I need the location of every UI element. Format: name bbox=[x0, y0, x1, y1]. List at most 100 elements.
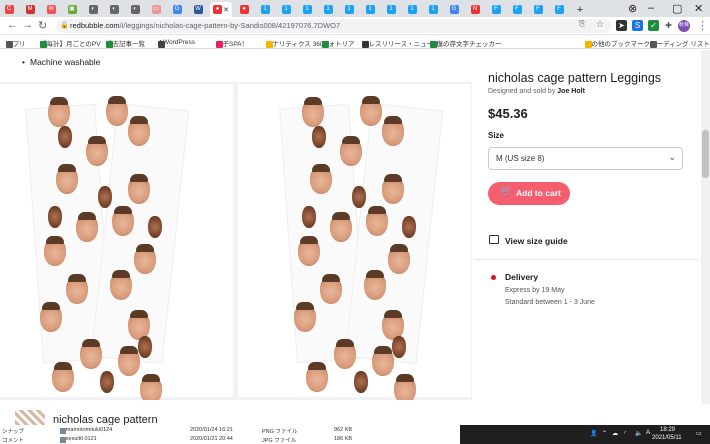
maximize-icon[interactable]: ▢ bbox=[672, 2, 682, 15]
add-to-cart-button[interactable]: 🛒 Add to cart bbox=[488, 182, 570, 205]
person-icon[interactable]: 👤 bbox=[590, 430, 597, 437]
browser-tab[interactable]: F bbox=[550, 2, 568, 17]
reload-icon[interactable]: ↻ bbox=[38, 19, 47, 32]
browser-tab[interactable]: C bbox=[0, 2, 18, 17]
feature-bullet: Machine washable bbox=[22, 57, 100, 67]
browser-tab[interactable]: 1 bbox=[298, 2, 316, 17]
browser-tab[interactable]: 1 bbox=[424, 2, 442, 17]
browser-tab[interactable]: ◐ bbox=[105, 2, 123, 17]
tab-search-icon[interactable]: ⊗ bbox=[628, 2, 637, 15]
bookmark-item[interactable]: リーディング リスト bbox=[650, 38, 710, 48]
bookmark-item[interactable]: アプリ bbox=[6, 38, 26, 48]
browser-tab[interactable]: ▭ bbox=[147, 2, 165, 17]
browser-tab[interactable]: 1 bbox=[382, 2, 400, 17]
face-print bbox=[302, 97, 324, 127]
bookmarks-bar: アプリ 【毎計】月ごとのPV 過去記事一覧 ◆WordPress 女子SPA！ アナリティ… bbox=[0, 35, 710, 49]
browser-tab[interactable]: 1 bbox=[256, 2, 274, 17]
ime-indicator[interactable]: A bbox=[646, 430, 650, 436]
size-label: Size bbox=[488, 131, 505, 140]
forward-icon[interactable]: → bbox=[22, 19, 33, 31]
bookmark-item[interactable]: ◆WordPress bbox=[158, 38, 195, 48]
clock-time[interactable]: 18:29 bbox=[660, 427, 675, 433]
face-print bbox=[128, 116, 150, 146]
url-field[interactable]: 🔒 redbubble.com/i/leggings/nicholas-cage… bbox=[56, 19, 611, 33]
tab-close-icon[interactable]: ✕ bbox=[223, 6, 229, 14]
browser-tab[interactable]: N bbox=[466, 2, 484, 17]
browser-tab[interactable]: 1 bbox=[277, 2, 295, 17]
browser-tab[interactable]: 1 bbox=[403, 2, 421, 17]
product-image-front[interactable] bbox=[0, 84, 233, 404]
browser-tab[interactable]: G bbox=[168, 2, 186, 17]
translate-icon[interactable]: ⎘ bbox=[579, 19, 585, 29]
bookmark-item[interactable]: 報復の存文字チェッカー bbox=[430, 38, 502, 48]
tab-favicon-icon: ▣ bbox=[67, 5, 77, 14]
face-print bbox=[312, 126, 326, 148]
bookmark-favicon-icon bbox=[158, 41, 165, 48]
tab-favicon-icon: 1 bbox=[365, 5, 375, 14]
face-print bbox=[118, 346, 140, 376]
size-select[interactable]: M (US size 8) ⌄ bbox=[488, 147, 683, 170]
notification-icon[interactable]: ▭ bbox=[696, 430, 702, 437]
face-print bbox=[40, 302, 62, 332]
close-window-icon[interactable]: ✕ bbox=[694, 2, 703, 15]
bookmark-star-icon[interactable]: ☆ bbox=[596, 19, 604, 30]
menu-kebab-icon[interactable]: ⋮ bbox=[697, 19, 708, 32]
browser-tab[interactable]: ◐ bbox=[126, 2, 144, 17]
browser-tab[interactable]: 1 bbox=[340, 2, 358, 17]
bookmark-label: リーディング リスト bbox=[650, 41, 710, 48]
bookmark-item[interactable]: その他のブックマーク bbox=[585, 38, 650, 48]
file-row[interactable]: コメント yasesuitti 0121 2020/01/21 20:44 JPG フ… bbox=[0, 435, 460, 444]
file-row[interactable]: シナップ yamamotomituki0124 2020/01/24 16:21 PN… bbox=[0, 426, 460, 435]
face-print bbox=[86, 136, 108, 166]
designer-link[interactable]: Joe Holt bbox=[557, 88, 585, 95]
file-name: yasesuitti 0121 bbox=[60, 436, 97, 443]
bookmark-item[interactable]: アナリティクス 360 bbox=[266, 38, 323, 48]
tab-favicon-icon: F bbox=[491, 5, 501, 14]
new-tab-button[interactable]: + bbox=[571, 2, 589, 17]
file-type: PNG ファイル bbox=[262, 429, 298, 435]
browser-tab[interactable]: M bbox=[21, 2, 39, 17]
volume-icon[interactable]: 🔈 bbox=[635, 430, 642, 437]
browser-tab[interactable]: F bbox=[508, 2, 526, 17]
browser-tab[interactable]: 1 bbox=[319, 2, 337, 17]
extensions-puzzle-icon[interactable]: ✚ bbox=[663, 20, 674, 31]
bookmark-favicon-icon bbox=[650, 41, 657, 48]
scrollbar-thumb[interactable] bbox=[702, 130, 709, 178]
bookmark-label: 報復の存文字チェッカー bbox=[430, 41, 502, 48]
bookmark-item[interactable]: 過去記事一覧 bbox=[106, 38, 145, 48]
delivery-title: Delivery bbox=[505, 272, 539, 282]
tray-chevron-icon[interactable]: ⌃ bbox=[602, 430, 607, 437]
face-print bbox=[128, 174, 150, 204]
wifi-icon[interactable]: ◜ bbox=[624, 430, 626, 437]
extension-check-icon[interactable]: ✓ bbox=[648, 20, 659, 31]
browser-tab[interactable]: ● ✕ bbox=[210, 2, 232, 17]
browser-tab[interactable]: F bbox=[487, 2, 505, 17]
tab-favicon-icon: M bbox=[25, 5, 35, 14]
browser-tab[interactable]: 1 bbox=[361, 2, 379, 17]
browser-tab[interactable]: ● bbox=[235, 2, 253, 17]
bookmark-item[interactable]: フォトリア bbox=[322, 38, 355, 48]
browser-tab[interactable]: G bbox=[445, 2, 463, 17]
browser-tab[interactable]: W bbox=[189, 2, 207, 17]
onedrive-icon[interactable]: ☁ bbox=[612, 430, 618, 437]
browser-tab[interactable]: ▣ bbox=[63, 2, 81, 17]
extension-s-icon[interactable]: S bbox=[632, 20, 643, 31]
product-image-back[interactable] bbox=[238, 84, 471, 404]
bookmark-item[interactable]: 【毎計】月ごとのPV bbox=[40, 38, 101, 48]
view-size-guide-link[interactable]: View size guide bbox=[505, 236, 568, 246]
extension-arrow-icon[interactable]: ➤ bbox=[616, 20, 627, 31]
back-icon[interactable]: ← bbox=[7, 19, 18, 31]
browser-tab[interactable]: ✉ bbox=[42, 2, 60, 17]
delivery-dot-icon bbox=[491, 275, 496, 280]
page-scrollbar[interactable] bbox=[701, 50, 710, 404]
minimize-icon[interactable]: – bbox=[648, 2, 654, 14]
tab-favicon-icon: 1 bbox=[386, 5, 396, 14]
bookmark-favicon-icon bbox=[362, 41, 369, 48]
clock-date[interactable]: 2021/05/11 bbox=[652, 435, 682, 441]
face-print bbox=[58, 126, 72, 148]
browser-tab[interactable]: ◐ bbox=[84, 2, 102, 17]
profile-avatar[interactable]: 秋良 bbox=[678, 20, 690, 32]
tab-favicon-icon: 1 bbox=[260, 5, 270, 14]
browser-tab[interactable]: F bbox=[529, 2, 547, 17]
bookmark-item[interactable]: 女子SPA！ bbox=[216, 38, 248, 48]
